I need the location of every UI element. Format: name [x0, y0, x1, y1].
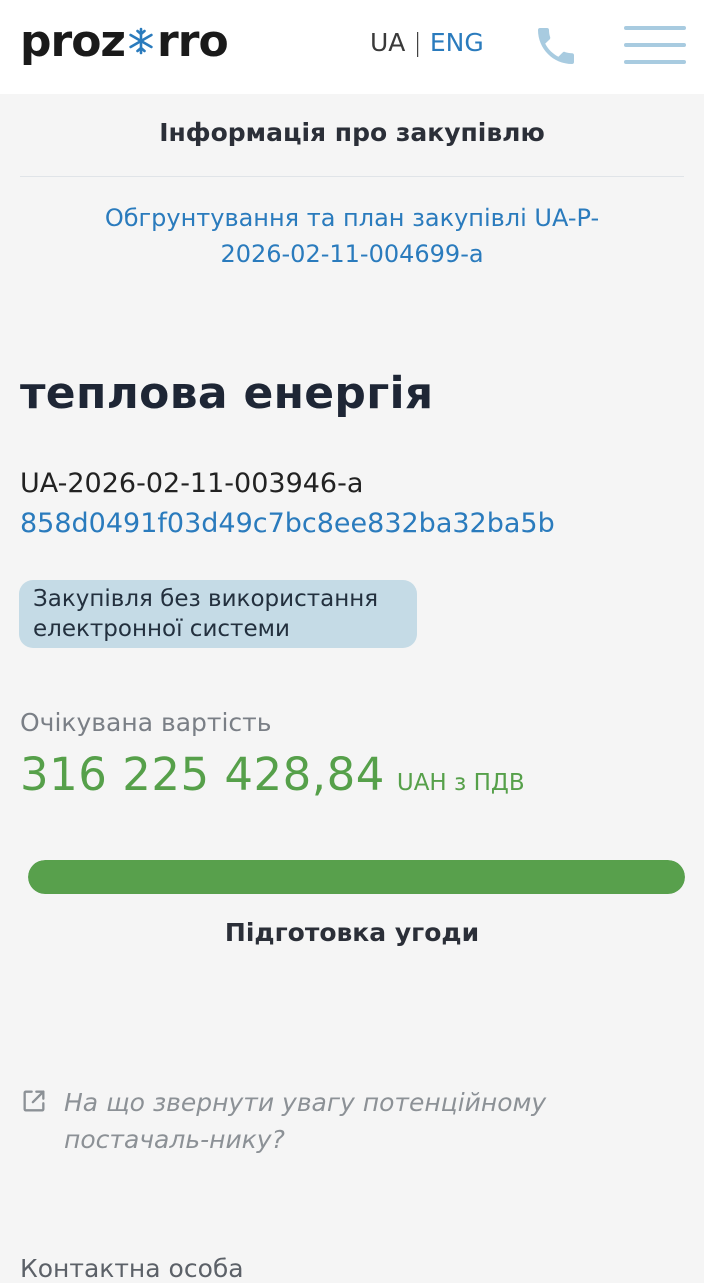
tender-title: теплова енергія	[20, 368, 434, 419]
contact-person-label: Контактна особа	[20, 1254, 244, 1283]
site-header: proz rro UA | ENG	[0, 0, 704, 94]
divider	[20, 176, 684, 177]
snowflake-icon	[129, 27, 153, 55]
info-title: Інформація про закупівлю	[159, 118, 545, 147]
status-progress-bar	[28, 860, 685, 894]
language-switcher: UA | ENG	[370, 28, 484, 57]
prozorro-logo[interactable]: proz rro	[20, 15, 229, 67]
external-link-icon	[23, 1090, 45, 1112]
expected-amount: 316 225 428,84	[20, 748, 385, 801]
status-text: Підготовка угоди	[224, 918, 480, 947]
progress-fill	[28, 860, 685, 894]
lang-eng-link[interactable]: ENG	[430, 28, 484, 57]
plan-link[interactable]: Обгрунтування та план закупівлі UA-P-202…	[70, 200, 634, 272]
logo-text-right: rro	[157, 15, 229, 67]
supplier-attention-link[interactable]: На що звернути увагу потенційному постач…	[64, 1084, 694, 1158]
lang-ua-link[interactable]: UA	[370, 28, 405, 57]
tender-hash-link[interactable]: 858d0491f03d49c7bc8ee832ba32ba5b	[20, 508, 555, 539]
menu-icon[interactable]	[624, 26, 686, 66]
procurement-type-badge: Закупівля без використання електронної с…	[19, 580, 417, 648]
logo-text-left: proz	[20, 15, 126, 67]
phone-icon[interactable]	[532, 22, 580, 70]
expected-value-label: Очікувана вартість	[20, 708, 272, 737]
expected-value: 316 225 428,84 UAH з ПДВ	[20, 748, 525, 801]
lang-separator: |	[413, 28, 422, 57]
tender-id: UA-2026-02-11-003946-a	[20, 468, 364, 499]
expected-currency: UAH з ПДВ	[396, 770, 525, 796]
